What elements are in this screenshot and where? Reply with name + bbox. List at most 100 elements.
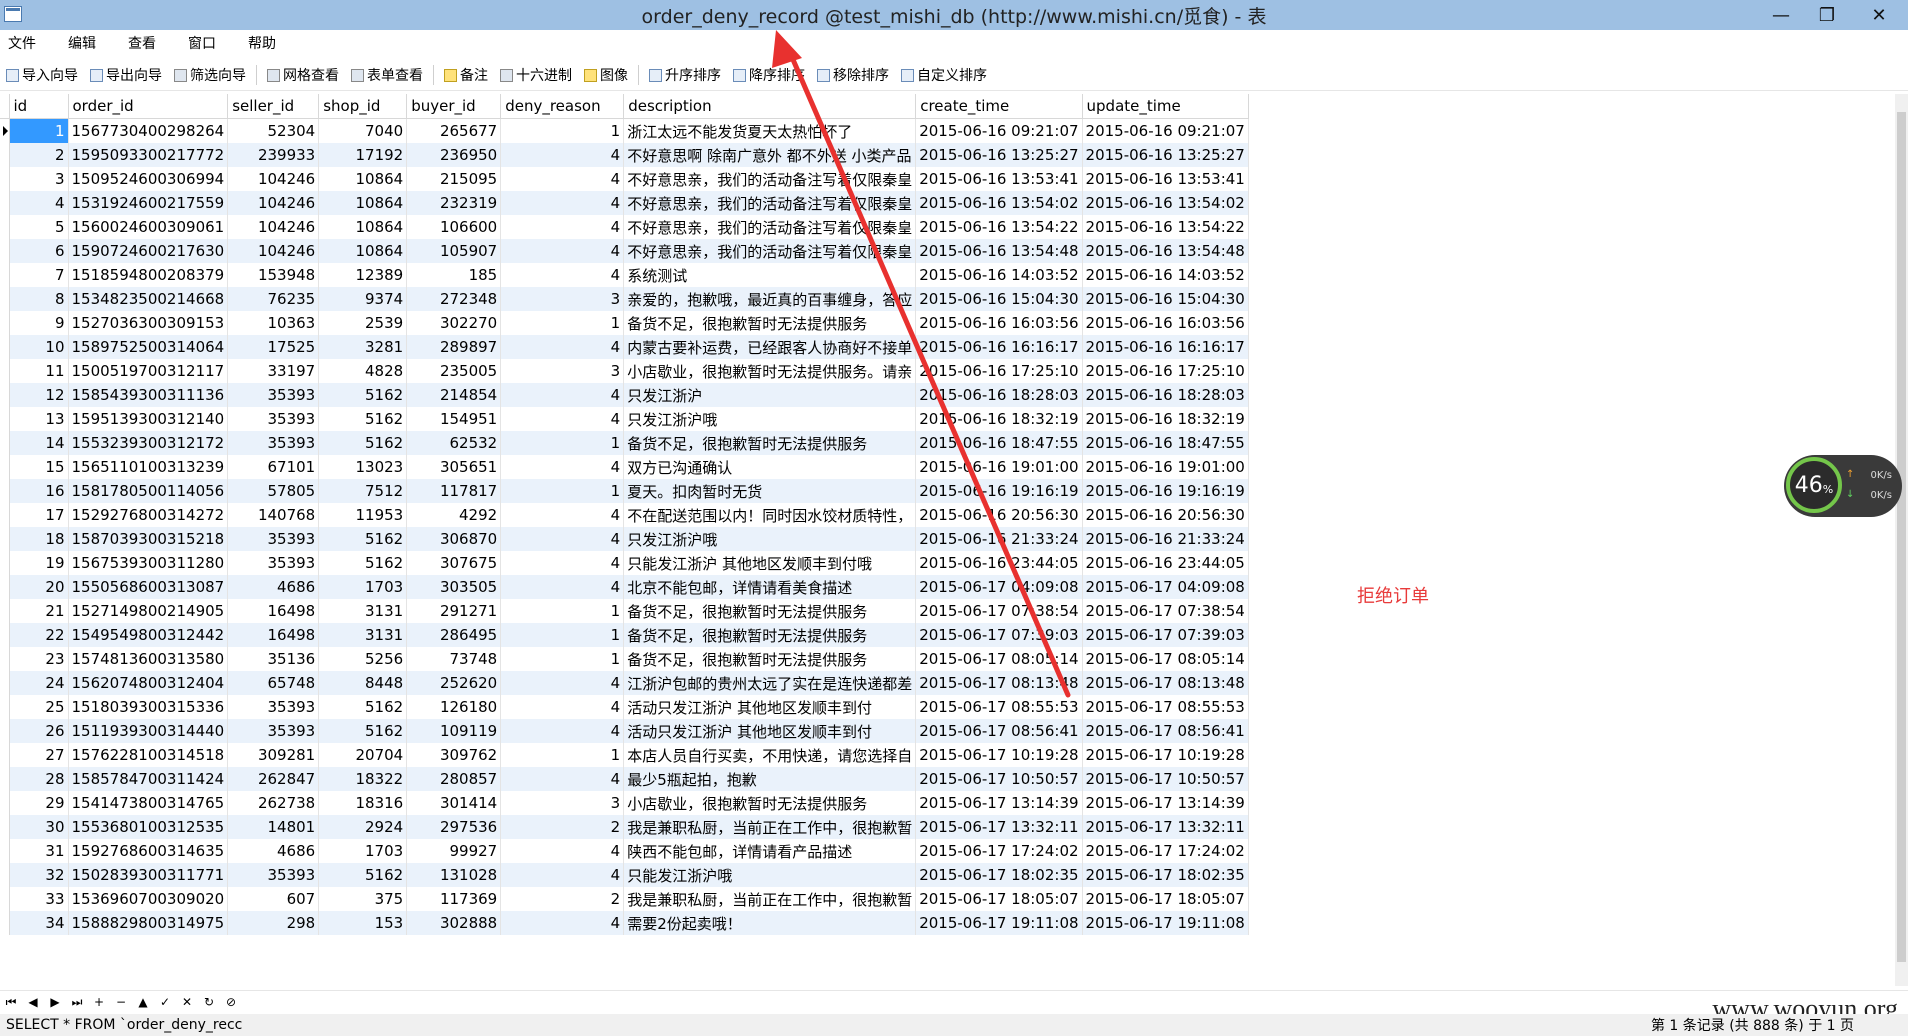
cell-shop_id[interactable]: 20704 [318, 743, 408, 767]
cell-id[interactable]: 23 [9, 647, 69, 671]
table-row[interactable]: 12 1585439300311136 35393 5162 214854 4 只发江浙沪 2… [0, 383, 1249, 407]
cell-id[interactable]: 29 [9, 791, 69, 815]
table-row[interactable]: 23 1574813600313580 35136 5256 73748 1 备货不足，很抱… [0, 647, 1249, 671]
cell-update_time[interactable]: 2015-06-17 17:24:02 [1082, 839, 1249, 863]
refresh-button[interactable]: ↻ [198, 995, 220, 1009]
image-button[interactable]: 图像 [584, 65, 628, 85]
cell-deny_reason[interactable]: 1 [500, 647, 625, 671]
cell-update_time[interactable]: 2015-06-17 18:05:07 [1082, 887, 1249, 911]
cell-buyer_id[interactable]: 302888 [406, 911, 502, 935]
row-indicator[interactable] [0, 599, 10, 623]
cell-update_time[interactable]: 2015-06-17 07:39:03 [1082, 623, 1249, 647]
cell-description[interactable]: 本店人员自行买卖，不用快递，请您选择自 [623, 743, 917, 767]
table-row[interactable]: 31 1592768600314635 4686 1703 99927 4 陕西不能包邮，详… [0, 839, 1249, 863]
menu-window[interactable]: 窗口 [188, 33, 240, 53]
cell-create_time[interactable]: 2015-06-16 09:21:07 [915, 118, 1083, 143]
cell-id[interactable]: 1 [9, 118, 69, 143]
row-indicator[interactable] [0, 887, 10, 911]
close-button[interactable]: ✕ [1850, 0, 1908, 30]
cell-shop_id[interactable]: 5162 [318, 527, 408, 551]
cell-buyer_id[interactable]: 309762 [406, 743, 502, 767]
cell-seller_id[interactable]: 10363 [227, 311, 320, 335]
cell-deny_reason[interactable]: 1 [500, 599, 625, 623]
cell-update_time[interactable]: 2015-06-16 09:21:07 [1082, 118, 1249, 143]
cell-deny_reason[interactable]: 4 [500, 503, 625, 527]
cell-id[interactable]: 24 [9, 671, 69, 695]
cell-description[interactable]: 备货不足，很抱歉暂时无法提供服务 [623, 431, 917, 455]
cell-deny_reason[interactable]: 4 [500, 407, 625, 431]
cell-create_time[interactable]: 2015-06-17 13:32:11 [915, 815, 1083, 839]
cell-seller_id[interactable]: 35393 [227, 551, 320, 575]
move-up-button[interactable]: ▲ [132, 995, 154, 1009]
cell-seller_id[interactable]: 239933 [227, 143, 320, 167]
cell-create_time[interactable]: 2015-06-17 08:55:53 [915, 695, 1083, 719]
cell-order_id[interactable]: 1588829800314975 [68, 911, 229, 935]
cell-buyer_id[interactable]: 235005 [406, 359, 502, 383]
table-row[interactable]: 26 1511939300314440 35393 5162 109119 4 活动只发江浙… [0, 719, 1249, 743]
table-row[interactable]: 17 1529276800314272 140768 11953 4292 4 不在配送范围… [0, 503, 1249, 527]
cell-buyer_id[interactable]: 280857 [406, 767, 502, 791]
table-row[interactable]: 33 1536960700309020 607 375 117369 2 我是兼职私厨，当前… [0, 887, 1249, 911]
cell-create_time[interactable]: 2015-06-17 18:05:07 [915, 887, 1083, 911]
cell-shop_id[interactable]: 2539 [318, 311, 408, 335]
cell-id[interactable]: 26 [9, 719, 69, 743]
cell-seller_id[interactable]: 104246 [227, 167, 320, 191]
cell-shop_id[interactable]: 13023 [318, 455, 408, 479]
cell-shop_id[interactable]: 3131 [318, 599, 408, 623]
cell-id[interactable]: 31 [9, 839, 69, 863]
cell-seller_id[interactable]: 35393 [227, 383, 320, 407]
cell-create_time[interactable]: 2015-06-16 13:54:22 [915, 215, 1083, 239]
menu-edit[interactable]: 编辑 [68, 33, 120, 53]
cell-deny_reason[interactable]: 1 [500, 311, 625, 335]
row-indicator[interactable] [0, 407, 10, 431]
table-row[interactable]: 21 1527149800214905 16498 3131 291271 1 备货不足，很… [0, 599, 1249, 623]
cell-order_id[interactable]: 1590724600217630 [68, 239, 229, 263]
cell-create_time[interactable]: 2015-06-16 18:47:55 [915, 431, 1083, 455]
table-row[interactable]: 11 1500519700312117 33197 4828 235005 3 小店歇业，很… [0, 359, 1249, 383]
column-header[interactable]: update_time [1082, 94, 1249, 119]
cell-description[interactable]: 北京不能包邮，详情请看美食描述 [623, 575, 917, 599]
row-indicator[interactable] [0, 791, 10, 815]
cell-buyer_id[interactable]: 117369 [406, 887, 502, 911]
cell-description[interactable]: 备货不足，很抱歉暂时无法提供服务 [623, 599, 917, 623]
cell-shop_id[interactable]: 5162 [318, 719, 408, 743]
cell-description[interactable]: 只能发江浙沪 其他地区发顺丰到付哦 [623, 551, 917, 575]
cell-create_time[interactable]: 2015-06-16 21:33:24 [915, 527, 1083, 551]
cell-buyer_id[interactable]: 291271 [406, 599, 502, 623]
cell-order_id[interactable]: 1595093300217772 [68, 143, 229, 167]
column-header[interactable]: shop_id [318, 94, 408, 119]
table-row[interactable]: 29 1541473800314765 262738 18316 301414 3 小店歇业… [0, 791, 1249, 815]
cell-buyer_id[interactable]: 99927 [406, 839, 502, 863]
cell-deny_reason[interactable]: 4 [500, 575, 625, 599]
cell-order_id[interactable]: 1592768600314635 [68, 839, 229, 863]
cell-deny_reason[interactable]: 4 [500, 239, 625, 263]
cell-id[interactable]: 25 [9, 695, 69, 719]
cell-update_time[interactable]: 2015-06-16 21:33:24 [1082, 527, 1249, 551]
column-header[interactable]: id [9, 94, 69, 119]
cell-buyer_id[interactable]: 117817 [406, 479, 502, 503]
cell-shop_id[interactable]: 4828 [318, 359, 408, 383]
cell-deny_reason[interactable]: 4 [500, 767, 625, 791]
row-indicator[interactable] [0, 215, 10, 239]
cell-buyer_id[interactable]: 126180 [406, 695, 502, 719]
cell-id[interactable]: 28 [9, 767, 69, 791]
column-header[interactable]: create_time [915, 94, 1083, 119]
column-header[interactable]: description [623, 94, 917, 119]
cell-order_id[interactable]: 1518594800208379 [68, 263, 229, 287]
cell-create_time[interactable]: 2015-06-17 08:05:14 [915, 647, 1083, 671]
row-indicator[interactable] [0, 551, 10, 575]
cell-description[interactable]: 小店歇业，很抱歉暂时无法提供服务。请亲 [623, 359, 917, 383]
cell-shop_id[interactable]: 5162 [318, 407, 408, 431]
cell-buyer_id[interactable]: 4292 [406, 503, 502, 527]
cell-order_id[interactable]: 1527036300309153 [68, 311, 229, 335]
cell-update_time[interactable]: 2015-06-16 23:44:05 [1082, 551, 1249, 575]
cell-create_time[interactable]: 2015-06-16 16:03:56 [915, 311, 1083, 335]
row-indicator[interactable] [0, 815, 10, 839]
cell-id[interactable]: 3 [9, 167, 69, 191]
cell-id[interactable]: 16 [9, 479, 69, 503]
cell-seller_id[interactable]: 298 [227, 911, 320, 935]
form-view-button[interactable]: 表单查看 [351, 65, 423, 85]
cell-shop_id[interactable]: 5162 [318, 551, 408, 575]
cell-shop_id[interactable]: 153 [318, 911, 408, 935]
cell-id[interactable]: 22 [9, 623, 69, 647]
